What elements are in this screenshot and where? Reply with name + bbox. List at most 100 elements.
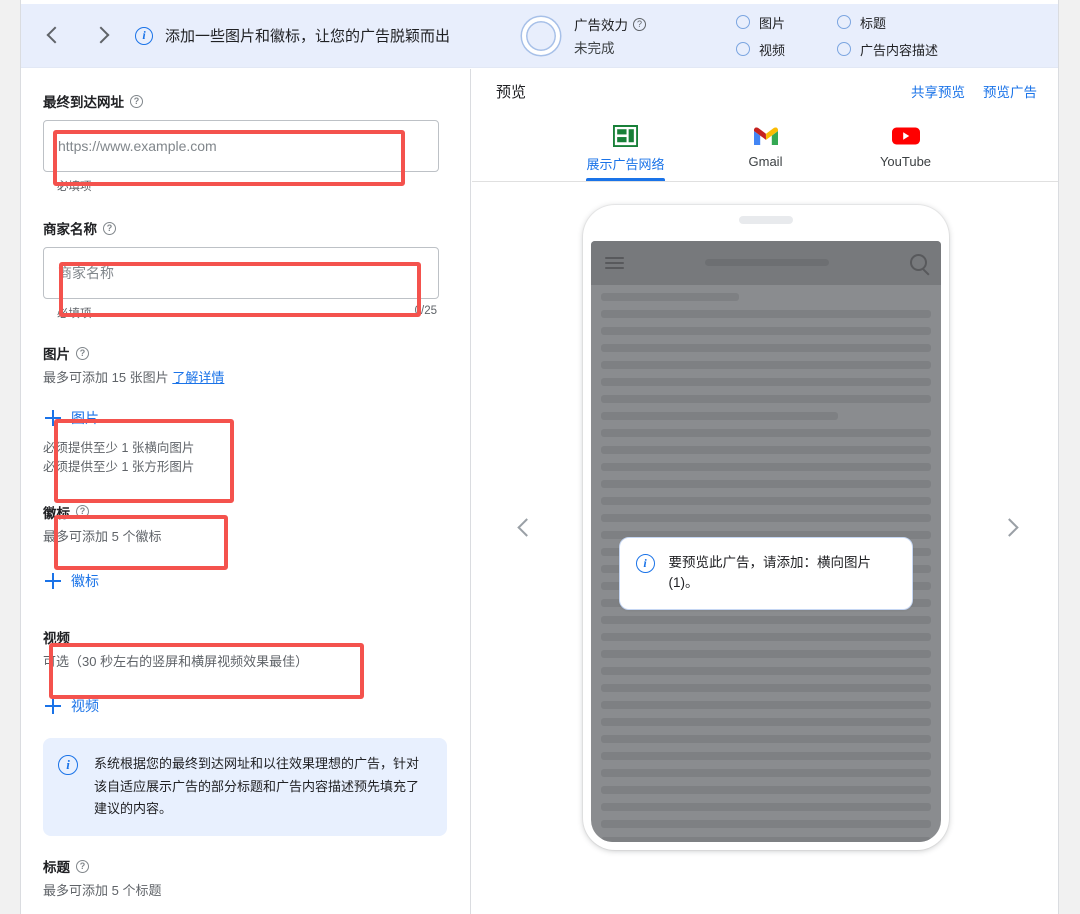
help-icon[interactable]: ? <box>76 859 89 873</box>
help-icon[interactable]: ? <box>130 94 143 108</box>
checklist-item-headlines[interactable]: 标题 <box>837 13 938 32</box>
mock-title-placeholder <box>704 259 829 266</box>
checklist-item-videos[interactable]: 视频 <box>736 40 785 59</box>
ad-form-panel: 最终到达网址 ? 必填项 商家名称 ? 必填项 0/25 <box>21 69 471 914</box>
circle-unchecked-icon <box>736 15 751 29</box>
phone-screen: i 要预览此广告，请添加：横向图片 (1)。 <box>590 240 941 842</box>
share-preview-link[interactable]: 共享预览 <box>911 81 965 101</box>
top-header-bar: i 添加一些图片和徽标，让您的广告脱颖而出 广告效力 ? 未完成 图片 标题 视… <box>21 4 1058 68</box>
images-sub: 最多可添加 15 张图片 了解详情 <box>43 367 470 386</box>
final-url-label: 最终到达网址 <box>43 95 124 110</box>
business-name-label-row: 商家名称 ? <box>43 218 470 238</box>
checklist-label: 广告内容描述 <box>860 42 939 58</box>
image-requirement-landscape: 必须提供至少 1 张横向图片 <box>43 441 195 455</box>
add-images-group: 图片 必须提供至少 1 张横向图片 必须提供至少 1 张方形图片 <box>43 404 470 478</box>
headlines-label: 标题 <box>43 860 70 875</box>
info-icon: i <box>135 26 153 45</box>
headlines-sub: 最多可添加 5 个标题 <box>43 883 162 898</box>
preview-title: 预览 <box>496 83 527 101</box>
help-icon[interactable]: ? <box>76 505 89 519</box>
tab-display-network[interactable]: 展示广告网络 <box>586 123 665 181</box>
business-name-input-box[interactable] <box>43 247 439 299</box>
preview-channel-tabs: 展示广告网络 Gmail YouTube <box>472 113 1058 182</box>
images-label: 图片 <box>43 347 70 362</box>
business-name-counter: 0/25 <box>414 305 437 317</box>
final-url-input[interactable] <box>58 138 424 154</box>
display-network-icon <box>612 123 638 149</box>
preview-ad-link[interactable]: 预览广告 <box>983 81 1037 101</box>
help-icon[interactable]: ? <box>633 17 647 31</box>
business-name-helper-row: 必填项 0/25 <box>43 305 439 321</box>
ad-requirements-checklist: 图片 标题 视频 广告内容描述 <box>736 13 938 59</box>
videos-sub: 可选（30 秒左右的竖屏和横屏视频效果最佳） <box>43 653 309 669</box>
phone-mockup: i 要预览此广告，请添加：横向图片 (1)。 <box>582 204 949 850</box>
search-icon <box>909 254 927 271</box>
final-url-input-box[interactable] <box>43 120 439 172</box>
checklist-label: 标题 <box>860 15 887 31</box>
images-label-row: 图片 ? <box>43 343 470 363</box>
preview-notice-text: 要预览此广告，请添加：横向图片 (1)。 <box>668 554 872 591</box>
preview-stage: i 要预览此广告，请添加：横向图片 (1)。 <box>472 182 1058 872</box>
business-name-label: 商家名称 <box>43 222 97 237</box>
plus-icon <box>45 410 61 426</box>
tab-display-network-label: 展示广告网络 <box>586 157 665 172</box>
ad-strength-label: 广告效力 <box>574 18 629 33</box>
videos-label-row: 视频 <box>43 627 470 647</box>
images-learn-more-link[interactable]: 了解详情 <box>172 370 224 385</box>
add-logo-button[interactable]: 徽标 <box>43 567 101 595</box>
mock-app-topbar <box>590 240 941 285</box>
chevron-right-icon[interactable] <box>91 25 113 47</box>
circle-unchecked-icon <box>736 42 751 56</box>
tab-youtube[interactable]: YouTube <box>867 123 945 181</box>
images-sub-text: 最多可添加 15 张图片 <box>43 370 169 385</box>
ad-preview-panel: 预览 共享预览 预览广告 展示广告网络 Gmail YouTube i 要预览此… <box>472 69 1058 914</box>
hamburger-icon <box>604 254 624 272</box>
main-content: 最终到达网址 ? 必填项 商家名称 ? 必填项 0/25 <box>21 69 1058 914</box>
suggestions-info-card: i 系统根据您的最终到达网址和以往效果理想的广告，针对该自适应展示广告的部分标题… <box>43 737 447 836</box>
image-requirement-square: 必须提供至少 1 张方形图片 <box>43 460 195 475</box>
help-icon[interactable]: ? <box>76 346 89 360</box>
plus-icon <box>45 697 61 714</box>
ad-strength-indicator: 广告效力 ? 未完成 <box>522 14 647 57</box>
preview-prev-icon[interactable] <box>512 514 538 540</box>
checklist-label: 图片 <box>759 15 786 31</box>
logos-label-row: 徽标 ? <box>43 502 470 522</box>
info-icon: i <box>635 553 655 573</box>
preview-action-links: 共享预览 预览广告 <box>911 81 1037 101</box>
final-url-label-row: 最终到达网址 ? <box>43 91 470 111</box>
add-video-button[interactable]: 视频 <box>43 692 101 720</box>
checklist-item-descriptions[interactable]: 广告内容描述 <box>837 40 938 59</box>
circle-unchecked-icon <box>837 42 852 56</box>
suggestions-info-text: 系统根据您的最终到达网址和以往效果理想的广告，针对该自适应展示广告的部分标题和广… <box>94 755 420 817</box>
add-image-button[interactable]: 图片 <box>43 404 101 432</box>
circle-unchecked-icon <box>837 15 852 29</box>
preview-next-icon[interactable] <box>997 514 1023 540</box>
checklist-label: 视频 <box>759 42 786 58</box>
phone-speaker <box>738 215 793 224</box>
ads-editor-window: i 添加一些图片和徽标，让您的广告脱颖而出 广告效力 ? 未完成 图片 标题 视… <box>20 0 1059 914</box>
logos-sub: 最多可添加 5 个徽标 <box>43 528 162 544</box>
help-icon[interactable]: ? <box>103 221 116 235</box>
business-name-helper: 必填项 <box>57 308 92 320</box>
header-title: 添加一些图片和徽标，让您的广告脱颖而出 <box>165 28 451 45</box>
header-nav-arrows <box>43 25 113 47</box>
preview-requirement-notice: i 要预览此广告，请添加：横向图片 (1)。 <box>618 536 913 611</box>
ad-strength-ring-icon <box>522 16 561 55</box>
info-icon: i <box>58 754 78 775</box>
add-image-label: 图片 <box>71 410 99 426</box>
final-url-helper-row: 必填项 <box>43 178 439 194</box>
checklist-item-images[interactable]: 图片 <box>736 13 785 32</box>
business-name-input[interactable] <box>58 265 424 281</box>
logos-label: 徽标 <box>43 505 70 521</box>
plus-icon <box>45 572 61 589</box>
final-url-helper: 必填项 <box>57 181 92 193</box>
add-logo-label: 徽标 <box>71 572 99 589</box>
youtube-icon <box>891 123 920 149</box>
ad-strength-status: 未完成 <box>574 41 615 56</box>
add-video-label: 视频 <box>71 697 99 714</box>
chevron-left-icon[interactable] <box>43 25 65 47</box>
tab-gmail-label: Gmail <box>748 154 783 169</box>
tab-gmail[interactable]: Gmail <box>727 123 805 181</box>
videos-label: 视频 <box>43 630 70 646</box>
headlines-label-row: 标题 ? <box>43 856 470 876</box>
